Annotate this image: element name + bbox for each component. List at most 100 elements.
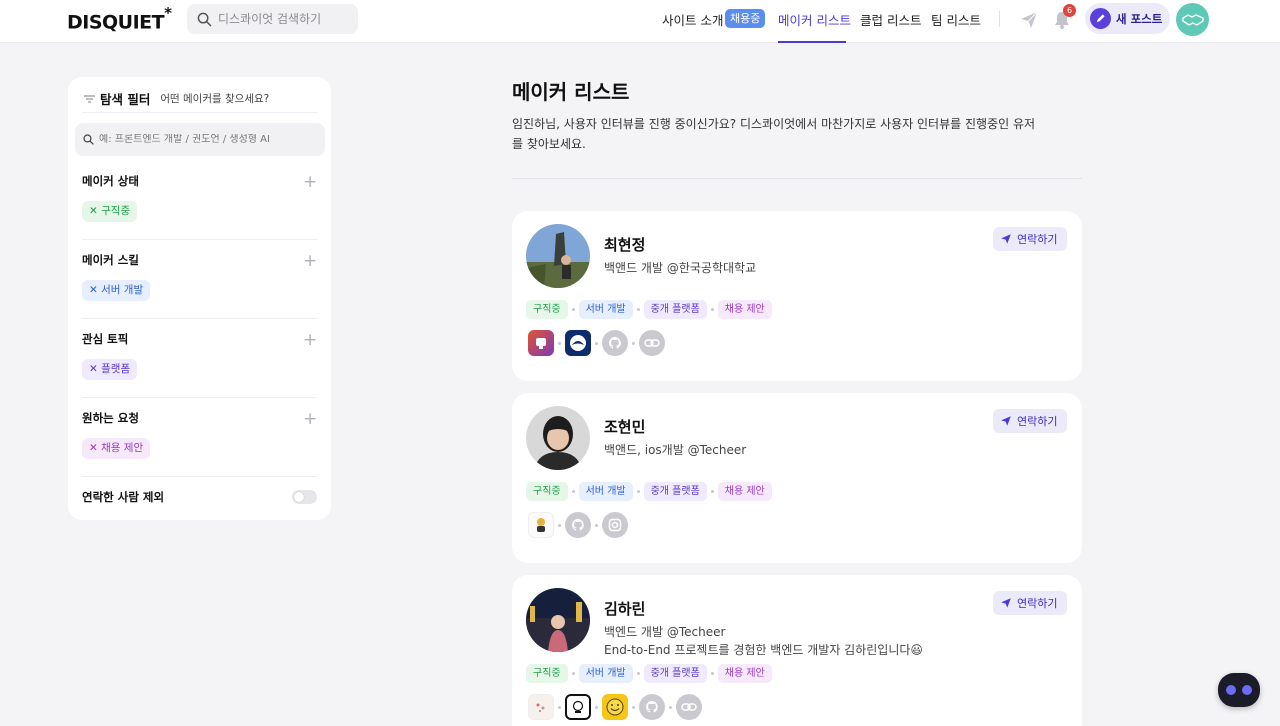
maker-role: 백앤드 개발 @한국공학대학교 xyxy=(604,261,757,275)
global-search[interactable] xyxy=(187,4,358,34)
tag-skill: 서버 개발 xyxy=(578,482,633,501)
page-title: 메이커 리스트 xyxy=(512,80,630,104)
github-icon[interactable] xyxy=(602,330,628,356)
maker-card[interactable]: 최현정 백앤드 개발 @한국공학대학교 연락하기 구직중 서버 개발 중개 플랫… xyxy=(512,211,1082,381)
logo[interactable]: DISQUIET* xyxy=(67,4,172,33)
maker-tags: 구직중 서버 개발 중개 플랫폼 채용 제안 xyxy=(526,482,772,501)
handshake-icon xyxy=(1181,13,1204,26)
maker-card[interactable]: 조현민 백앤드, ios개발 @Techeer 연락하기 구직중 서버 개발 중… xyxy=(512,393,1082,563)
instagram-icon[interactable] xyxy=(602,512,628,538)
maker-name[interactable]: 조현민 xyxy=(604,416,645,437)
eye-icon xyxy=(1226,685,1236,695)
tag-status: 구직중 xyxy=(526,664,568,683)
new-post-button[interactable]: 새 포스트 xyxy=(1085,3,1170,34)
maker-links xyxy=(528,330,665,356)
section-desired-request: 원하는 요청 xyxy=(82,411,139,425)
tag-topic: 중개 플랫폼 xyxy=(643,482,707,501)
maker-links xyxy=(528,694,702,720)
tag-skill: 서버 개발 xyxy=(578,664,633,683)
smiley-icon[interactable] xyxy=(602,694,628,720)
contact-button[interactable]: 연락하기 xyxy=(993,591,1067,615)
github-icon[interactable] xyxy=(639,694,665,720)
pencil-icon xyxy=(1090,8,1111,29)
top-navbar: DISQUIET* 사이트 소개 채용중 메이커 리스트 클럽 리스트 팀 리스… xyxy=(0,0,1280,43)
chat-assistant-button[interactable] xyxy=(1218,673,1260,707)
nav-club-list[interactable]: 클럽 리스트 xyxy=(860,10,921,29)
maker-avatar[interactable] xyxy=(526,224,590,288)
filter-chip-topic[interactable]: ✕ 플랫폼 xyxy=(82,359,138,380)
exclude-contacted-label: 연락한 사람 제외 xyxy=(82,490,165,504)
tag-status: 구직중 xyxy=(526,482,568,501)
notification-count: 6 xyxy=(1063,4,1076,17)
github-icon[interactable] xyxy=(565,512,591,538)
tag-topic: 중개 플랫폼 xyxy=(643,300,707,319)
exclude-contacted-toggle[interactable] xyxy=(292,490,317,504)
app-icon[interactable] xyxy=(528,330,554,356)
send-icon xyxy=(1001,598,1011,608)
global-search-input[interactable] xyxy=(218,12,348,26)
hiring-badge[interactable]: 채용중 xyxy=(725,9,766,28)
maker-role: 백앤드, ios개발 @Techeer xyxy=(604,443,747,457)
new-post-label: 새 포스트 xyxy=(1116,11,1163,26)
filter-chip-skill[interactable]: ✕ 서버 개발 xyxy=(82,280,151,301)
app-icon[interactable] xyxy=(528,512,554,538)
contact-label: 연락하기 xyxy=(1017,597,1058,610)
tag-request: 채용 제안 xyxy=(717,664,772,683)
search-icon xyxy=(83,134,94,145)
tag-topic: 중개 플랫폼 xyxy=(643,664,707,683)
app-icon[interactable] xyxy=(565,694,591,720)
maker-avatar[interactable] xyxy=(526,588,590,652)
maker-card[interactable]: 김하린 백엔드 개발 @Techeer End-to-End 프로젝트를 경험한… xyxy=(512,575,1082,726)
maker-tags: 구직중 서버 개발 중개 플랫폼 채용 제안 xyxy=(526,300,772,319)
tag-skill: 서버 개발 xyxy=(578,300,633,319)
divider xyxy=(82,476,317,477)
filter-subtitle: 어떤 메이커를 찾으세요? xyxy=(160,93,270,105)
filter-chip-status[interactable]: ✕ 구직중 xyxy=(82,201,138,222)
nav-team-list[interactable]: 팀 리스트 xyxy=(931,10,981,29)
divider xyxy=(82,318,317,319)
active-tab-indicator xyxy=(778,41,846,43)
nav-maker-list[interactable]: 메이커 리스트 xyxy=(778,10,851,29)
nav-site-intro[interactable]: 사이트 소개 xyxy=(662,10,723,29)
link-icon[interactable] xyxy=(639,330,665,356)
filter-search-input[interactable] xyxy=(99,134,319,145)
filter-search[interactable] xyxy=(75,123,325,156)
tag-request: 채용 제안 xyxy=(717,482,772,501)
tag-request: 채용 제안 xyxy=(717,300,772,319)
app-icon[interactable] xyxy=(528,694,554,720)
nav-divider xyxy=(999,11,1000,27)
link-icon[interactable] xyxy=(676,694,702,720)
filter-title: 탐색 필터 xyxy=(100,92,151,107)
maker-links xyxy=(528,512,628,538)
maker-name[interactable]: 김하린 xyxy=(604,598,645,619)
contact-button[interactable]: 연락하기 xyxy=(993,227,1067,251)
filter-panel: 탐색 필터 어떤 메이커를 찾으세요? 메이커 상태 + ✕ 구직중 메이커 스… xyxy=(68,77,331,520)
user-avatar[interactable] xyxy=(1176,3,1209,36)
divider xyxy=(82,239,317,240)
maker-role: 백엔드 개발 @Techeer xyxy=(604,625,726,639)
divider xyxy=(512,178,1082,179)
maker-intro: End-to-End 프로젝트를 경험한 백엔드 개발자 김하린입니다😃 xyxy=(604,643,923,657)
contact-label: 연락하기 xyxy=(1017,233,1058,246)
add-topic-button[interactable]: + xyxy=(303,332,317,349)
maker-avatar[interactable] xyxy=(526,406,590,470)
section-maker-status: 메이커 상태 xyxy=(82,174,139,188)
add-request-button[interactable]: + xyxy=(303,411,317,428)
contact-label: 연락하기 xyxy=(1017,415,1058,428)
divider xyxy=(82,112,317,113)
filter-chip-request[interactable]: ✕ 채용 제안 xyxy=(82,438,151,459)
add-status-button[interactable]: + xyxy=(303,174,317,191)
filter-header: 탐색 필터 어떤 메이커를 찾으세요? xyxy=(83,89,269,108)
app-icon[interactable] xyxy=(565,330,591,356)
add-skill-button[interactable]: + xyxy=(303,253,317,270)
send-icon[interactable] xyxy=(1017,8,1041,32)
divider xyxy=(82,397,317,398)
contact-button[interactable]: 연락하기 xyxy=(993,409,1067,433)
filter-icon xyxy=(84,94,95,103)
section-maker-skill: 메이커 스킬 xyxy=(82,253,139,267)
tag-status: 구직중 xyxy=(526,300,568,319)
send-icon xyxy=(1001,234,1011,244)
maker-name[interactable]: 최현정 xyxy=(604,234,645,255)
send-icon xyxy=(1001,416,1011,426)
search-icon xyxy=(197,12,212,26)
